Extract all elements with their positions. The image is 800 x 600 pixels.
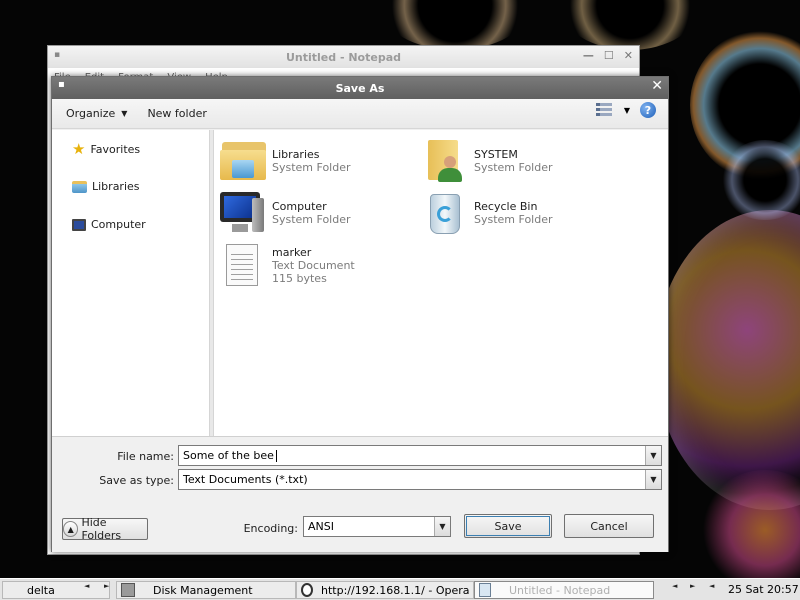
save-type-dropdown-icon[interactable]: ▼: [645, 470, 661, 489]
task-notepad[interactable]: Untitled - Notepad: [474, 581, 654, 599]
save-type-value: Text Documents (*.txt): [183, 473, 308, 486]
file-list: Libraries System Folder SYSTEM System Fo…: [214, 130, 668, 436]
file-name: SYSTEM: [474, 148, 518, 161]
close-icon[interactable]: ✕: [624, 49, 633, 62]
left-arrow-icon[interactable]: ◄: [672, 582, 677, 590]
new-folder-button[interactable]: New folder: [139, 102, 214, 126]
task-label: http://192.168.1.1/ - Opera: [321, 583, 470, 597]
file-name: marker: [272, 246, 312, 259]
nav-item-libraries[interactable]: Libraries: [72, 180, 140, 193]
file-item-computer[interactable]: Computer System Folder: [218, 188, 351, 236]
save-button[interactable]: Save: [464, 514, 552, 538]
save-type-select[interactable]: Text Documents (*.txt) ▼: [178, 469, 662, 490]
task-label: Untitled - Notepad: [509, 583, 611, 597]
dialog-close-icon[interactable]: ✕: [651, 78, 663, 94]
nav-label: Computer: [91, 218, 146, 231]
libraries-folder-icon: [218, 136, 266, 184]
libraries-icon: [72, 180, 87, 193]
disk-management-icon: [121, 583, 135, 597]
file-type: System Folder: [272, 213, 351, 226]
save-form: File name: Some of the bee ▼ Save as typ…: [52, 436, 668, 552]
file-item-marker[interactable]: marker Text Document 115 bytes: [218, 240, 355, 288]
hide-folders-button[interactable]: ▲ Hide Folders: [62, 516, 148, 542]
file-name-value: Some of the bee: [183, 449, 274, 462]
file-name-label: File name:: [117, 450, 174, 463]
workspace-label: delta: [27, 583, 55, 597]
bubble-decoration: [655, 210, 800, 510]
encoding-select[interactable]: ANSI ▼: [303, 516, 451, 537]
save-type-label: Save as type:: [99, 474, 174, 487]
notepad-title-bar[interactable]: ▪ Untitled - Notepad — ☐ ✕: [48, 46, 639, 68]
file-item-recycle-bin[interactable]: Recycle Bin System Folder: [420, 188, 553, 236]
bubble-decoration: [560, 0, 700, 50]
organize-button[interactable]: Organize ▼: [58, 102, 135, 126]
maximize-icon[interactable]: ☐: [604, 49, 614, 62]
right-arrow-icon[interactable]: ►: [104, 582, 109, 590]
cancel-button[interactable]: Cancel: [564, 514, 654, 538]
text-document-icon: [218, 240, 266, 288]
file-name: Computer: [272, 200, 327, 213]
left-arrow-icon[interactable]: ◄: [709, 582, 714, 590]
workspace-switcher[interactable]: delta: [2, 581, 110, 599]
computer-icon: [218, 188, 266, 236]
file-name: Recycle Bin: [474, 200, 538, 213]
save-as-dialog: ▪ Save As ✕ Organize ▼ New folder ▼ ? ★ …: [51, 76, 669, 552]
nav-label: Favorites: [90, 142, 141, 156]
left-arrow-icon[interactable]: ◄: [84, 582, 89, 590]
nav-item-computer[interactable]: Computer: [72, 218, 146, 231]
file-size: 115 bytes: [272, 272, 327, 285]
navigation-pane: ★ Favorites Libraries Computer: [52, 130, 210, 436]
user-folder-icon: [420, 136, 468, 184]
dialog-app-icon: ▪: [58, 79, 65, 90]
file-type: Text Document: [272, 259, 355, 272]
nav-label: Libraries: [92, 180, 140, 193]
organize-label: Organize: [66, 107, 116, 120]
help-icon[interactable]: ?: [640, 102, 656, 118]
file-name-input[interactable]: Some of the bee ▼: [178, 445, 662, 466]
bubble-decoration: [380, 0, 530, 50]
notepad-title: Untitled - Notepad: [285, 50, 402, 64]
taskbar: delta ◄ ► Disk Management http://192.168…: [0, 578, 800, 600]
chevron-up-icon: ▲: [63, 521, 79, 537]
file-item-libraries[interactable]: Libraries System Folder: [218, 136, 351, 184]
task-disk-management[interactable]: Disk Management: [116, 581, 296, 599]
cancel-label: Cancel: [590, 519, 628, 533]
file-name: Libraries: [272, 148, 320, 161]
computer-icon: [72, 218, 86, 231]
dialog-title-bar[interactable]: ▪ Save As ✕: [52, 77, 668, 99]
dropdown-arrow-icon: ▼: [121, 109, 128, 118]
nav-item-favorites[interactable]: ★ Favorites: [72, 140, 141, 158]
star-icon: ★: [72, 140, 86, 158]
bubble-decoration: [720, 140, 800, 220]
hide-folders-label: Hide Folders: [81, 516, 122, 542]
file-item-system[interactable]: SYSTEM System Folder: [420, 136, 553, 184]
dialog-toolbar: Organize ▼ New folder ▼ ?: [52, 99, 668, 129]
task-label: Disk Management: [153, 583, 253, 597]
dialog-title: Save As: [335, 81, 385, 95]
save-label: Save: [494, 519, 522, 533]
notepad-icon: [479, 583, 491, 597]
opera-icon: [301, 583, 313, 597]
file-type: System Folder: [474, 161, 553, 174]
task-opera[interactable]: http://192.168.1.1/ - Opera: [296, 581, 474, 599]
view-dropdown-arrow-icon[interactable]: ▼: [624, 106, 630, 115]
file-type: System Folder: [474, 213, 553, 226]
clock[interactable]: 25 Sat 20:57: [728, 583, 799, 596]
right-arrow-icon[interactable]: ►: [690, 582, 695, 590]
encoding-label: Encoding:: [243, 522, 298, 535]
notepad-app-icon: ▪: [54, 50, 61, 60]
recycle-bin-icon: [420, 188, 468, 236]
change-view-icon[interactable]: [595, 102, 614, 118]
encoding-dropdown-icon[interactable]: ▼: [434, 517, 450, 536]
minimize-icon[interactable]: —: [583, 49, 594, 62]
encoding-value: ANSI: [308, 520, 334, 533]
file-name-dropdown-icon[interactable]: ▼: [645, 446, 661, 465]
new-folder-label: New folder: [147, 107, 207, 120]
file-type: System Folder: [272, 161, 351, 174]
